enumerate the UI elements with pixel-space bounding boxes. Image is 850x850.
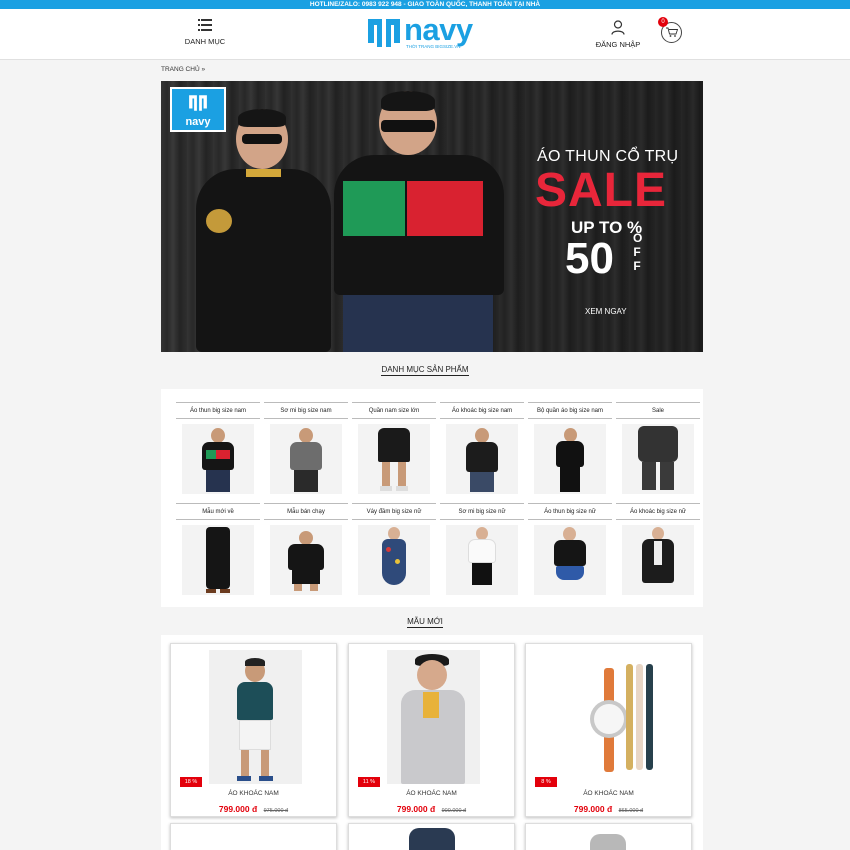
category-image: [358, 525, 430, 595]
category-image: [446, 525, 518, 595]
product-price: 799.000 đ: [396, 804, 436, 814]
category-menu-button[interactable]: DANH MỤC: [180, 17, 230, 57]
category-image: [534, 424, 606, 494]
product-name[interactable]: ÁO KHOÁC NAM: [526, 790, 691, 797]
product-image: [590, 834, 626, 850]
category-label: Áo thun big size nữ: [528, 503, 612, 520]
new-products-title: MẪU MỚI: [0, 617, 850, 628]
chevron-right-icon: »: [201, 66, 206, 73]
category-image: [182, 525, 254, 595]
category-image: [358, 424, 430, 494]
cart-button[interactable]: 0: [657, 17, 685, 47]
category-item[interactable]: Bộ quần áo big size nam: [526, 402, 614, 496]
product-old-price: 865.000 đ: [618, 808, 644, 814]
banner-cta[interactable]: XEM NGAY: [585, 307, 627, 316]
site-header: DANH MỤC navy THỜI TRANG BIGSIZE.VN ĐĂNG…: [0, 9, 850, 60]
category-item[interactable]: Váy đầm big size nữ: [350, 503, 438, 597]
logo-tagline: THỜI TRANG BIGSIZE.VN: [406, 44, 461, 49]
product-image: [387, 650, 480, 784]
new-products-grid: 18 % ÁO KHOÁC NAM 799.000 đ 975.000 đ 11…: [161, 635, 703, 850]
category-label: Áo khoác big size nam: [440, 402, 524, 419]
banner-off-text: OFF: [633, 231, 643, 273]
product-old-price: 975.000 đ: [263, 808, 289, 814]
category-item[interactable]: Mẫu bán chạy: [262, 503, 350, 597]
category-label: Sơ mi big size nữ: [440, 503, 524, 520]
category-item[interactable]: Áo khoác big size nam: [438, 402, 526, 496]
category-item[interactable]: Sơ mi big size nữ: [438, 503, 526, 597]
breadcrumb: TRANG CHỦ »: [161, 66, 205, 73]
discount-badge: 11 %: [358, 777, 380, 787]
category-item[interactable]: Áo thun big size nữ: [526, 503, 614, 597]
discount-badge: 8 %: [535, 777, 557, 787]
category-label: Áo thun big size nam: [176, 402, 260, 419]
banner-percent: 50: [565, 234, 614, 283]
category-image: [622, 525, 694, 595]
product-price: 799.000 đ: [218, 804, 258, 814]
category-label: Áo khoác big size nữ: [616, 503, 700, 520]
category-item[interactable]: Mẫu mới về: [174, 503, 262, 597]
product-card[interactable]: 18 % ÁO KHOÁC NAM 799.000 đ 975.000 đ: [170, 643, 337, 817]
category-image: [534, 525, 606, 595]
product-card[interactable]: [525, 823, 692, 850]
category-image: [270, 424, 342, 494]
cart-count-badge: 0: [658, 17, 668, 27]
product-card[interactable]: 8 % ÁO KHOÁC NAM 799.000 đ 865.000 đ: [525, 643, 692, 817]
product-old-price: 900.000 đ: [441, 808, 467, 814]
new-products-title-text: MẪU MỚI: [407, 617, 443, 628]
category-label: Mẫu mới về: [176, 503, 260, 520]
category-image: [622, 424, 694, 494]
product-name[interactable]: ÁO KHOÁC NAM: [349, 790, 514, 797]
product-card[interactable]: 11 % ÁO KHOÁC NAM 799.000 đ 900.000 đ: [348, 643, 515, 817]
category-item[interactable]: Sale: [614, 402, 702, 496]
hero-banner[interactable]: navy ÁO THUN CỔ TRỤ SALE UP TO % 50 OFF …: [161, 81, 703, 352]
banner-sale: SALE: [535, 164, 668, 217]
product-image: [209, 650, 302, 784]
product-name[interactable]: ÁO KHOÁC NAM: [171, 790, 336, 797]
category-label: Mẫu bán chạy: [264, 503, 348, 520]
category-section-title: DANH MỤC SẢN PHẨM: [0, 365, 850, 376]
category-label: Sơ mi big size nam: [264, 402, 348, 419]
category-grid: Áo thun big size nam Sơ mi big size nam …: [161, 389, 703, 607]
category-image: [270, 525, 342, 595]
product-price: 799.000 đ: [573, 804, 613, 814]
user-icon: [611, 20, 625, 35]
product-card[interactable]: [348, 823, 515, 850]
product-card[interactable]: [170, 823, 337, 850]
cart-icon: [666, 27, 678, 37]
category-item[interactable]: Quần nam size lớn: [350, 402, 438, 496]
category-label: Váy đầm big size nữ: [352, 503, 436, 520]
product-prices: 799.000 đ 900.000 đ: [349, 799, 514, 817]
logo-mark-icon: [368, 19, 400, 47]
product-image: [409, 828, 455, 850]
category-label: Quần nam size lớn: [352, 402, 436, 419]
category-menu-label: DANH MỤC: [184, 37, 226, 46]
hotline-bar: HOTLINE/ZALO: 0983 922 948 - GIAO TOÀN Q…: [0, 0, 850, 9]
category-section-title-text: DANH MỤC SẢN PHẨM: [381, 365, 469, 376]
banner-off: OFF: [630, 231, 644, 273]
category-item[interactable]: Áo khoác big size nữ: [614, 503, 702, 597]
logo-text: navy: [404, 12, 473, 47]
category-label: Bộ quần áo big size nam: [528, 402, 612, 419]
product-image: [564, 650, 657, 784]
banner-model-left: [186, 109, 336, 352]
hotline-text: HOTLINE/ZALO: 0983 922 948 - GIAO TOÀN Q…: [309, 1, 541, 8]
banner-model-right: [329, 91, 509, 352]
discount-badge: 18 %: [180, 777, 202, 787]
product-prices: 799.000 đ 975.000 đ: [171, 799, 336, 817]
category-item[interactable]: Áo thun big size nam: [174, 402, 262, 496]
menu-icon: [198, 19, 212, 32]
login-label: ĐĂNG NHẬP: [595, 40, 641, 49]
site-logo[interactable]: navy THỜI TRANG BIGSIZE.VN: [366, 12, 473, 53]
category-item[interactable]: Sơ mi big size nam: [262, 402, 350, 496]
breadcrumb-home[interactable]: TRANG CHỦ: [161, 66, 200, 73]
category-image: [446, 424, 518, 494]
category-label: Sale: [616, 402, 700, 419]
login-button[interactable]: ĐĂNG NHẬP: [592, 18, 644, 58]
category-image: [182, 424, 254, 494]
product-prices: 799.000 đ 865.000 đ: [526, 799, 691, 817]
